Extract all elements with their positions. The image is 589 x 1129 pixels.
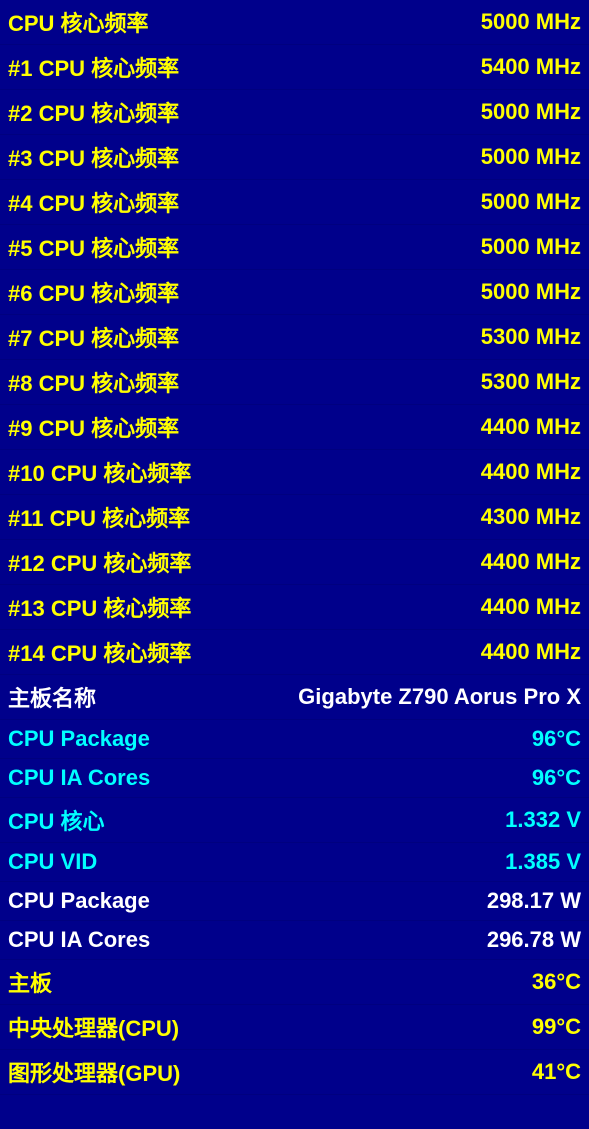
row-cpu-core-voltage: CPU 核心 1.332 V xyxy=(0,798,589,843)
value-cpu-ia-cores-temp: 96°C xyxy=(532,765,581,791)
value-cpu-core-freq-9: 4400 MHz xyxy=(481,414,581,440)
label-cpu-core-freq-4: #4 CPU 核心频率 xyxy=(8,186,179,218)
value-cpu-core-freq-7: 5300 MHz xyxy=(481,324,581,350)
value-cpu-core-freq-4: 5000 MHz xyxy=(481,189,581,215)
value-cpu-package-power: 298.17 W xyxy=(487,888,581,914)
row-cpu-core-freq-10: #10 CPU 核心频率 4400 MHz xyxy=(0,450,589,495)
row-cpu-ia-cores-power: CPU IA Cores 296.78 W xyxy=(0,921,589,960)
row-cpu-package-temp: CPU Package 96°C xyxy=(0,720,589,759)
value-cpu-core-freq-6: 5000 MHz xyxy=(481,279,581,305)
row-motherboard-name: 主板名称 Gigabyte Z790 Aorus Pro X xyxy=(0,675,589,720)
label-cpu-core-freq-11: #11 CPU 核心频率 xyxy=(8,501,190,533)
label-cpu-vid: CPU VID xyxy=(8,849,97,875)
value-gpu-temp: 41°C xyxy=(532,1059,581,1085)
row-cpu-core-freq-9: #9 CPU 核心频率 4400 MHz xyxy=(0,405,589,450)
label-cpu-core-freq-3: #3 CPU 核心频率 xyxy=(8,141,179,173)
value-cpu-core-freq-10: 4400 MHz xyxy=(481,459,581,485)
value-cpu-core-freq-12: 4400 MHz xyxy=(481,549,581,575)
row-cpu-core-freq-6: #6 CPU 核心频率 5000 MHz xyxy=(0,270,589,315)
value-cpu-vid: 1.385 V xyxy=(505,849,581,875)
value-cpu-core-freq-11: 4300 MHz xyxy=(481,504,581,530)
label-cpu-ia-cores-temp: CPU IA Cores xyxy=(8,765,150,791)
row-cpu-package-power: CPU Package 298.17 W xyxy=(0,882,589,921)
row-cpu-core-freq-4: #4 CPU 核心频率 5000 MHz xyxy=(0,180,589,225)
row-cpu-temp: 中央处理器(CPU) 99°C xyxy=(0,1005,589,1050)
label-motherboard-name: 主板名称 xyxy=(8,681,96,713)
value-cpu-core-freq-1: 5400 MHz xyxy=(481,54,581,80)
value-cpu-core-freq-5: 5000 MHz xyxy=(481,234,581,260)
value-cpu-core-freq-13: 4400 MHz xyxy=(481,594,581,620)
label-cpu-core-freq-7: #7 CPU 核心频率 xyxy=(8,321,179,353)
label-cpu-core-freq-1: #1 CPU 核心频率 xyxy=(8,51,179,83)
main-container: CPU 核心频率 5000 MHz #1 CPU 核心频率 5400 MHz #2 CP… xyxy=(0,0,589,1095)
label-cpu-ia-cores-power: CPU IA Cores xyxy=(8,927,150,953)
label-cpu-core-freq-9: #9 CPU 核心频率 xyxy=(8,411,179,443)
label-cpu-core-freq-8: #8 CPU 核心频率 xyxy=(8,366,179,398)
value-cpu-core-voltage: 1.332 V xyxy=(505,807,581,833)
value-cpu-core-freq-2: 5000 MHz xyxy=(481,99,581,125)
label-cpu-package-temp: CPU Package xyxy=(8,726,150,752)
row-cpu-core-freq: CPU 核心频率 5000 MHz xyxy=(0,0,589,45)
row-cpu-core-freq-11: #11 CPU 核心频率 4300 MHz xyxy=(0,495,589,540)
label-cpu-core-voltage: CPU 核心 xyxy=(8,804,105,836)
label-cpu-core-freq-13: #13 CPU 核心频率 xyxy=(8,591,191,623)
label-cpu-core-freq-5: #5 CPU 核心频率 xyxy=(8,231,179,263)
row-cpu-core-freq-12: #12 CPU 核心频率 4400 MHz xyxy=(0,540,589,585)
row-cpu-core-freq-7: #7 CPU 核心频率 5300 MHz xyxy=(0,315,589,360)
value-cpu-temp: 99°C xyxy=(532,1014,581,1040)
row-cpu-core-freq-3: #3 CPU 核心频率 5000 MHz xyxy=(0,135,589,180)
row-cpu-core-freq-13: #13 CPU 核心频率 4400 MHz xyxy=(0,585,589,630)
label-cpu-core-freq-2: #2 CPU 核心频率 xyxy=(8,96,179,128)
label-motherboard-temp: 主板 xyxy=(8,966,52,998)
label-cpu-core-freq: CPU 核心频率 xyxy=(8,6,149,38)
row-cpu-core-freq-2: #2 CPU 核心频率 5000 MHz xyxy=(0,90,589,135)
row-motherboard-temp: 主板 36°C xyxy=(0,960,589,1005)
value-cpu-core-freq-14: 4400 MHz xyxy=(481,639,581,665)
label-cpu-core-freq-12: #12 CPU 核心频率 xyxy=(8,546,191,578)
value-cpu-core-freq-3: 5000 MHz xyxy=(481,144,581,170)
label-cpu-core-freq-6: #6 CPU 核心频率 xyxy=(8,276,179,308)
value-motherboard-temp: 36°C xyxy=(532,969,581,995)
value-cpu-ia-cores-power: 296.78 W xyxy=(487,927,581,953)
label-cpu-core-freq-10: #10 CPU 核心频率 xyxy=(8,456,191,488)
value-cpu-core-freq-8: 5300 MHz xyxy=(481,369,581,395)
row-cpu-vid: CPU VID 1.385 V xyxy=(0,843,589,882)
value-cpu-package-temp: 96°C xyxy=(532,726,581,752)
value-cpu-core-freq: 5000 MHz xyxy=(481,9,581,35)
label-cpu-package-power: CPU Package xyxy=(8,888,150,914)
label-gpu-temp: 图形处理器(GPU) xyxy=(8,1056,180,1088)
label-cpu-core-freq-14: #14 CPU 核心频率 xyxy=(8,636,191,668)
row-cpu-core-freq-14: #14 CPU 核心频率 4400 MHz xyxy=(0,630,589,675)
row-cpu-core-freq-8: #8 CPU 核心频率 5300 MHz xyxy=(0,360,589,405)
label-cpu-temp: 中央处理器(CPU) xyxy=(8,1011,179,1043)
row-cpu-core-freq-5: #5 CPU 核心频率 5000 MHz xyxy=(0,225,589,270)
row-cpu-core-freq-1: #1 CPU 核心频率 5400 MHz xyxy=(0,45,589,90)
row-cpu-ia-cores-temp: CPU IA Cores 96°C xyxy=(0,759,589,798)
value-motherboard-name: Gigabyte Z790 Aorus Pro X xyxy=(298,684,581,710)
row-gpu-temp: 图形处理器(GPU) 41°C xyxy=(0,1050,589,1095)
